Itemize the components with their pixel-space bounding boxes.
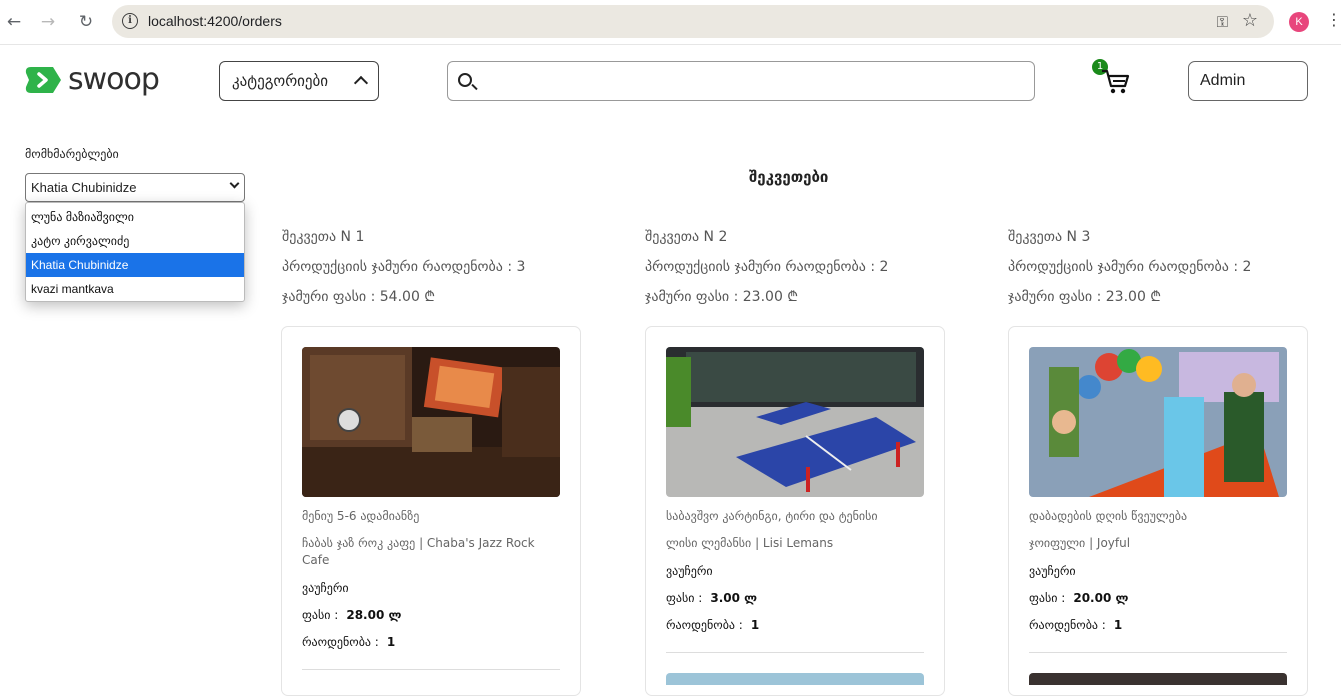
product-quantity: რაოდენობა : 1 xyxy=(302,635,395,649)
user-dropdown-list: ლუნა მაზიაშვილი კატო კირვალიძე Khatia Ch… xyxy=(25,202,245,302)
card-divider xyxy=(666,652,924,653)
product-image[interactable] xyxy=(666,673,924,685)
forward-arrow-icon[interactable]: → xyxy=(37,11,59,33)
price-value: 28.00 ლ xyxy=(346,608,402,622)
user-select-value: Khatia Chubinidze xyxy=(31,180,137,195)
quantity-label: რაოდენობა : xyxy=(302,635,379,649)
product-card[interactable]: მენიუ 5-6 ადამიანზე ჩაბას ჯაზ როკ კაფე |… xyxy=(281,326,581,696)
order-summary: შეკვეთა N 1 პროდუქციის ჯამური რაოდენობა … xyxy=(282,227,582,317)
price-label: ფასი : xyxy=(666,591,703,605)
card-divider xyxy=(1029,652,1287,653)
reload-icon[interactable]: ↻ xyxy=(75,11,97,33)
product-image[interactable] xyxy=(302,347,560,497)
order-label: შეკვეთა N 1 xyxy=(282,229,365,245)
site-info-icon[interactable]: i xyxy=(122,13,138,29)
product-type: ვაუჩერი xyxy=(302,581,349,595)
chevron-up-icon xyxy=(353,75,369,91)
product-image[interactable] xyxy=(1029,673,1287,685)
chevron-down-icon xyxy=(229,178,240,189)
product-subtitle: საბავშვო კარტინგი, ტირი და ტენისი xyxy=(666,509,878,523)
product-card[interactable]: დაბადების დღის წვეულება ჯოიფული | Joyful… xyxy=(1008,326,1308,696)
product-type: ვაუჩერი xyxy=(666,564,713,578)
price-label: ფასი : xyxy=(302,608,339,622)
product-name: ლისი ლემანსი | Lisi Lemans xyxy=(666,536,834,550)
order-product-count: პროდუქციის ჯამური რაოდენობა : 2 xyxy=(1008,259,1252,275)
cart-icon[interactable] xyxy=(1100,67,1130,97)
user-select[interactable]: Khatia Chubinidze xyxy=(25,173,245,202)
categories-label: კატეგორიები xyxy=(232,72,329,90)
search-input[interactable] xyxy=(447,61,1035,101)
product-image[interactable] xyxy=(666,347,924,497)
categories-button[interactable]: კატეგორიები xyxy=(219,61,379,101)
price-value: 3.00 ლ xyxy=(710,591,758,605)
back-arrow-icon[interactable]: ← xyxy=(3,11,25,33)
swoop-logo-icon xyxy=(25,67,61,93)
product-image[interactable] xyxy=(1029,347,1287,497)
quantity-value: 1 xyxy=(386,635,396,649)
product-price: ფასი : 20.00 ლ xyxy=(1029,591,1128,605)
product-type: ვაუჩერი xyxy=(1029,564,1076,578)
address-bar[interactable]: i localhost:4200/orders ⚿ ☆ xyxy=(112,5,1274,38)
user-option[interactable]: კატო კირვალიძე xyxy=(26,229,244,253)
user-option[interactable]: ლუნა მაზიაშვილი xyxy=(26,205,244,229)
quantity-value: 1 xyxy=(750,618,760,632)
browser-menu-icon[interactable]: ⋮ xyxy=(1326,10,1341,29)
browser-toolbar: ← → ↻ i localhost:4200/orders ⚿ ☆ K ⋮ xyxy=(0,0,1341,45)
user-option[interactable]: kvazi mantkava xyxy=(26,277,244,301)
admin-button[interactable]: Admin xyxy=(1188,61,1308,101)
order-product-count: პროდუქციის ჯამური რაოდენობა : 2 xyxy=(645,259,889,275)
order-summary: შეკვეთა N 3 პროდუქციის ჯამური რაოდენობა … xyxy=(1008,227,1308,317)
product-subtitle: მენიუ 5-6 ადამიანზე xyxy=(302,509,420,523)
quantity-label: რაოდენობა : xyxy=(666,618,743,632)
product-subtitle: დაბადების დღის წვეულება xyxy=(1029,509,1188,523)
order-product-count: პროდუქციის ჯამური რაოდენობა : 3 xyxy=(282,259,526,275)
order-total-price: ჯამური ფასი : 23.00 ₾ xyxy=(1008,289,1162,305)
orders-title: შეკვეთები xyxy=(749,168,829,186)
logo-text: swoop xyxy=(68,62,160,97)
order-total-price: ჯამური ფასი : 23.00 ₾ xyxy=(645,289,799,305)
order-label: შეკვეთა N 2 xyxy=(645,229,728,245)
price-label: ფასი : xyxy=(1029,591,1066,605)
quantity-value: 1 xyxy=(1113,618,1123,632)
product-price: ფასი : 28.00 ლ xyxy=(302,608,401,622)
users-label: მომხმარებლები xyxy=(25,147,119,161)
order-summary: შეკვეთა N 2 პროდუქციის ჯამური რაოდენობა … xyxy=(645,227,945,317)
product-name: ჩაბას ჯაზ როკ კაფე | Chaba's Jazz Rock C… xyxy=(302,536,535,567)
key-icon[interactable]: ⚿ xyxy=(1217,13,1228,31)
product-quantity: რაოდენობა : 1 xyxy=(1029,618,1122,632)
product-card[interactable]: საბავშვო კარტინგი, ტირი და ტენისი ლისი ლ… xyxy=(645,326,945,696)
price-value: 20.00 ლ xyxy=(1073,591,1129,605)
swoop-logo[interactable]: swoop xyxy=(25,62,165,97)
product-price: ფასი : 3.00 ლ xyxy=(666,591,757,605)
order-total-price: ჯამური ფასი : 54.00 ₾ xyxy=(282,289,436,305)
product-quantity: რაოდენობა : 1 xyxy=(666,618,759,632)
bookmark-star-icon[interactable]: ☆ xyxy=(1242,10,1258,31)
quantity-label: რაოდენობა : xyxy=(1029,618,1106,632)
user-option-selected[interactable]: Khatia Chubinidze xyxy=(26,253,244,277)
card-divider xyxy=(302,669,560,670)
url-text[interactable]: localhost:4200/orders xyxy=(148,13,282,29)
search-icon xyxy=(458,73,472,87)
order-label: შეკვეთა N 3 xyxy=(1008,229,1091,245)
product-name: ჯოიფული | Joyful xyxy=(1029,536,1131,550)
profile-avatar[interactable]: K xyxy=(1289,12,1309,32)
